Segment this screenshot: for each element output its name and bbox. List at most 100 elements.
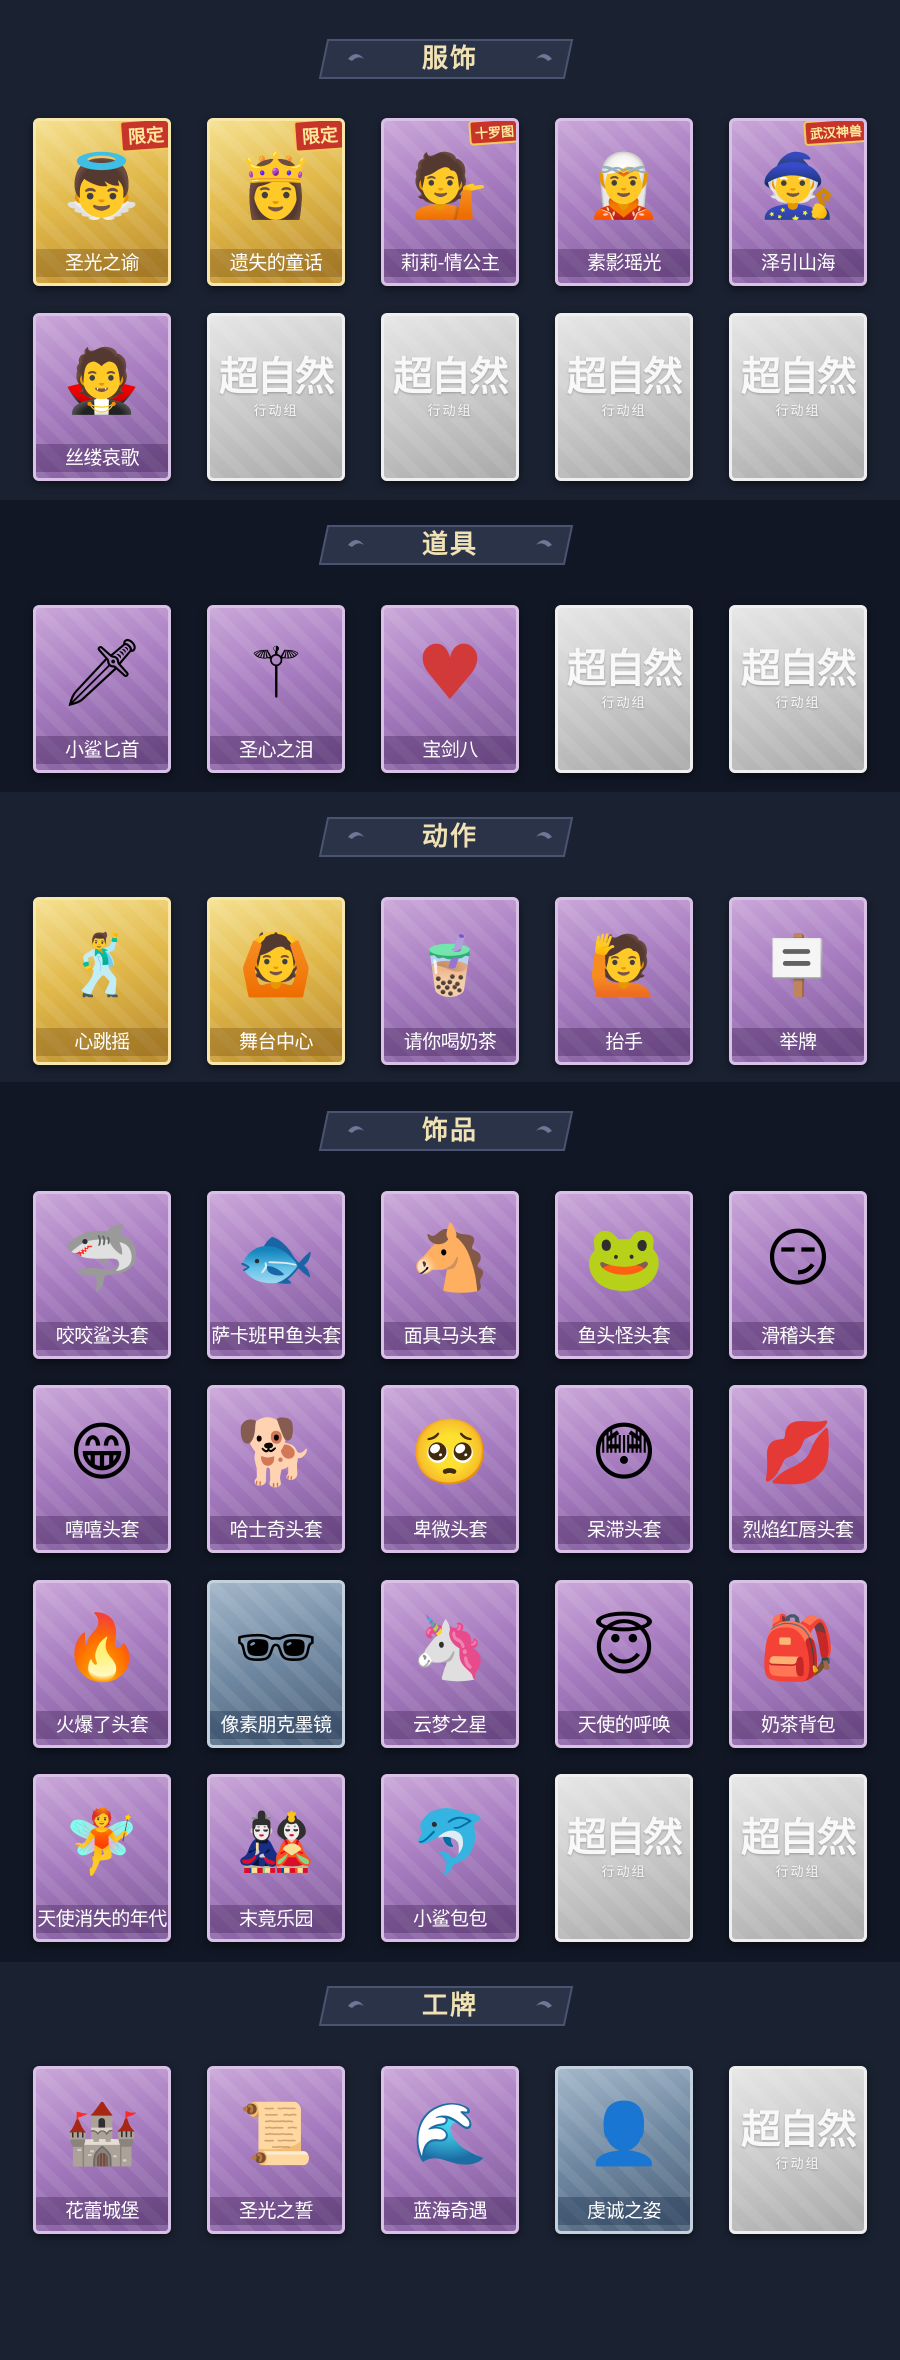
item-name: 舞台中心	[210, 1028, 342, 1056]
item-name: 火爆了头套	[36, 1711, 168, 1739]
item-card[interactable]: 超自然 行动组	[729, 1774, 867, 1942]
item-card[interactable]: 超自然 行动组	[729, 2066, 867, 2234]
item-art-glyph: 😁	[68, 1416, 136, 1490]
placeholder-watermark: 超自然 行动组	[393, 344, 509, 419]
item-card[interactable]: 🧛 丝缕哀歌	[33, 313, 171, 481]
item-card[interactable]: 超自然 行动组	[555, 1774, 693, 1942]
section-title: 饰品	[421, 1116, 478, 1146]
item-card[interactable]: 😇 天使的呼唤	[555, 1580, 693, 1748]
placeholder-brand: 超自然	[567, 1813, 683, 1861]
item-card[interactable]: 🥺 卑微头套	[381, 1385, 519, 1553]
placeholder-watermark: 超自然 行动组	[741, 344, 857, 419]
item-card[interactable]: 超自然 行动组	[207, 313, 345, 481]
empty-slot-icon: 超自然 行动组	[732, 1777, 864, 1907]
placeholder-watermark: 超自然 行动组	[219, 344, 335, 419]
item-card[interactable]: 🐕 哈士奇头套	[207, 1385, 345, 1553]
item-card[interactable]: 🎒 奶茶背包	[729, 1580, 867, 1748]
item-art-glyph: ♥	[415, 628, 485, 717]
item-art-glyph: 🐬	[411, 1805, 489, 1878]
item-name: 圣光之誓	[210, 2197, 342, 2225]
heart-badge-icon: ♥	[384, 608, 516, 738]
item-card[interactable]: 👤 虔诚之姿	[555, 2066, 693, 2234]
item-art-glyph: 🦈	[62, 1222, 142, 1296]
item-art-glyph: 🪧	[761, 931, 835, 999]
center-stage-pose-icon: 🙆	[210, 900, 342, 1030]
item-card[interactable]: 🗡 小鲨匕首	[33, 605, 171, 773]
heart-scepter-icon: ⚚	[210, 608, 342, 738]
item-card[interactable]: 📜 圣光之誓	[207, 2066, 345, 2234]
item-name: 鱼头怪头套	[558, 1322, 690, 1350]
item-card[interactable]: 🔥 火爆了头套	[33, 1580, 171, 1748]
item-art-glyph: 🐴	[410, 1222, 490, 1296]
item-name: 像素朋克墨镜	[210, 1711, 342, 1739]
angel-doll-icon: 😇	[558, 1583, 690, 1713]
placeholder-watermark: 超自然 行动组	[567, 1805, 683, 1880]
item-card[interactable]: 🦄 云梦之星	[381, 1580, 519, 1748]
section-title: 服饰	[421, 44, 478, 74]
section-header: 道具	[318, 522, 582, 568]
gothic-girl-portrait-icon: 🧛	[36, 316, 168, 446]
item-card[interactable]: 👸 遗失的童话 限定	[207, 118, 345, 286]
item-card[interactable]: 😳 呆滞头套	[555, 1385, 693, 1553]
placeholder-sub: 行动组	[775, 403, 821, 419]
item-card[interactable]: 💋 烈焰红唇头套	[729, 1385, 867, 1553]
item-art-glyph: 😳	[590, 1416, 658, 1490]
placeholder-sub: 行动组	[775, 695, 821, 711]
item-card[interactable]: 🌊 蓝海奇遇	[381, 2066, 519, 2234]
item-art-glyph: 👼	[63, 149, 141, 222]
item-card[interactable]: 超自然 行动组	[381, 313, 519, 481]
item-card[interactable]: 🐟 萨卡班甲鱼头套	[207, 1191, 345, 1359]
item-card[interactable]: ♥ 宝剑八	[381, 605, 519, 773]
section-title: 动作	[421, 822, 478, 852]
shark-bag-icon: 🐬	[384, 1777, 516, 1907]
item-name: 花蕾城堡	[36, 2197, 168, 2225]
item-card[interactable]: 🦈 咬咬鲨头套	[33, 1191, 171, 1359]
item-card[interactable]: 🏰 花蕾城堡	[33, 2066, 171, 2234]
item-card[interactable]: 🕶 像素朋克墨镜	[207, 1580, 345, 1748]
placeholder-sub: 行动组	[253, 403, 299, 419]
item-card[interactable]: 🧝 素影瑶光	[555, 118, 693, 286]
placeholder-brand: 超自然	[567, 352, 683, 400]
item-card[interactable]: 🙋 抬手	[555, 897, 693, 1065]
blue-sea-card-icon: 🌊	[384, 2069, 516, 2199]
item-card[interactable]: 超自然 行动组	[729, 605, 867, 773]
item-art-glyph: 💋	[760, 1418, 836, 1488]
item-name: 小鲨包包	[384, 1905, 516, 1933]
item-card[interactable]: 🐸 鱼头怪头套	[555, 1191, 693, 1359]
item-card[interactable]: 🪧 举牌	[729, 897, 867, 1065]
item-art-glyph: 🧋	[413, 931, 487, 999]
item-card[interactable]: 💁 莉莉-情公主 十罗图	[381, 118, 519, 286]
item-card[interactable]: 🧙 泽引山海 武汉神兽	[729, 118, 867, 286]
item-card[interactable]: 超自然 行动组	[555, 605, 693, 773]
item-name: 抬手	[558, 1028, 690, 1056]
item-name: 宝剑八	[384, 736, 516, 764]
item-card[interactable]: 🐴 面具马头套	[381, 1191, 519, 1359]
item-name: 萨卡班甲鱼头套	[210, 1322, 342, 1350]
section-title: 道具	[421, 530, 478, 560]
item-name: 丝缕哀歌	[36, 444, 168, 472]
pixel-sunglasses-icon: 🕶	[210, 1583, 342, 1713]
empty-slot-icon: 超自然 行动组	[732, 2069, 864, 2199]
section-title: 工牌	[421, 1991, 478, 2021]
empty-slot-icon: 超自然 行动组	[210, 316, 342, 446]
item-card[interactable]: ⚚ 圣心之泪	[207, 605, 345, 773]
item-art-glyph: 🧚	[63, 1805, 141, 1878]
item-card[interactable]: 🐬 小鲨包包	[381, 1774, 519, 1942]
item-card[interactable]: 超自然 行动组	[729, 313, 867, 481]
item-card[interactable]: 🙆 舞台中心	[207, 897, 345, 1065]
item-card[interactable]: 🕺 心跳摇	[33, 897, 171, 1065]
item-card[interactable]: 🧚 天使消失的年代	[33, 1774, 171, 1942]
item-badge: 武汉神兽	[803, 121, 864, 147]
item-card[interactable]: 😏 滑稽头套	[729, 1191, 867, 1359]
grin-emoji-mask-icon: 😁	[36, 1388, 168, 1518]
item-card[interactable]: 超自然 行动组	[555, 313, 693, 481]
item-card[interactable]: 👼 圣光之谕 限定	[33, 118, 171, 286]
item-name: 天使的呼唤	[558, 1711, 690, 1739]
item-art-glyph: 📜	[238, 2099, 314, 2169]
item-art-glyph: ⚚	[244, 632, 308, 714]
item-card[interactable]: 🧋 请你喝奶茶	[381, 897, 519, 1065]
placeholder-sub: 行动组	[601, 1864, 647, 1880]
item-art-glyph: 🐸	[584, 1222, 664, 1296]
item-card[interactable]: 😁 嘻嘻头套	[33, 1385, 171, 1553]
item-card[interactable]: 🎎 末竟乐园	[207, 1774, 345, 1942]
